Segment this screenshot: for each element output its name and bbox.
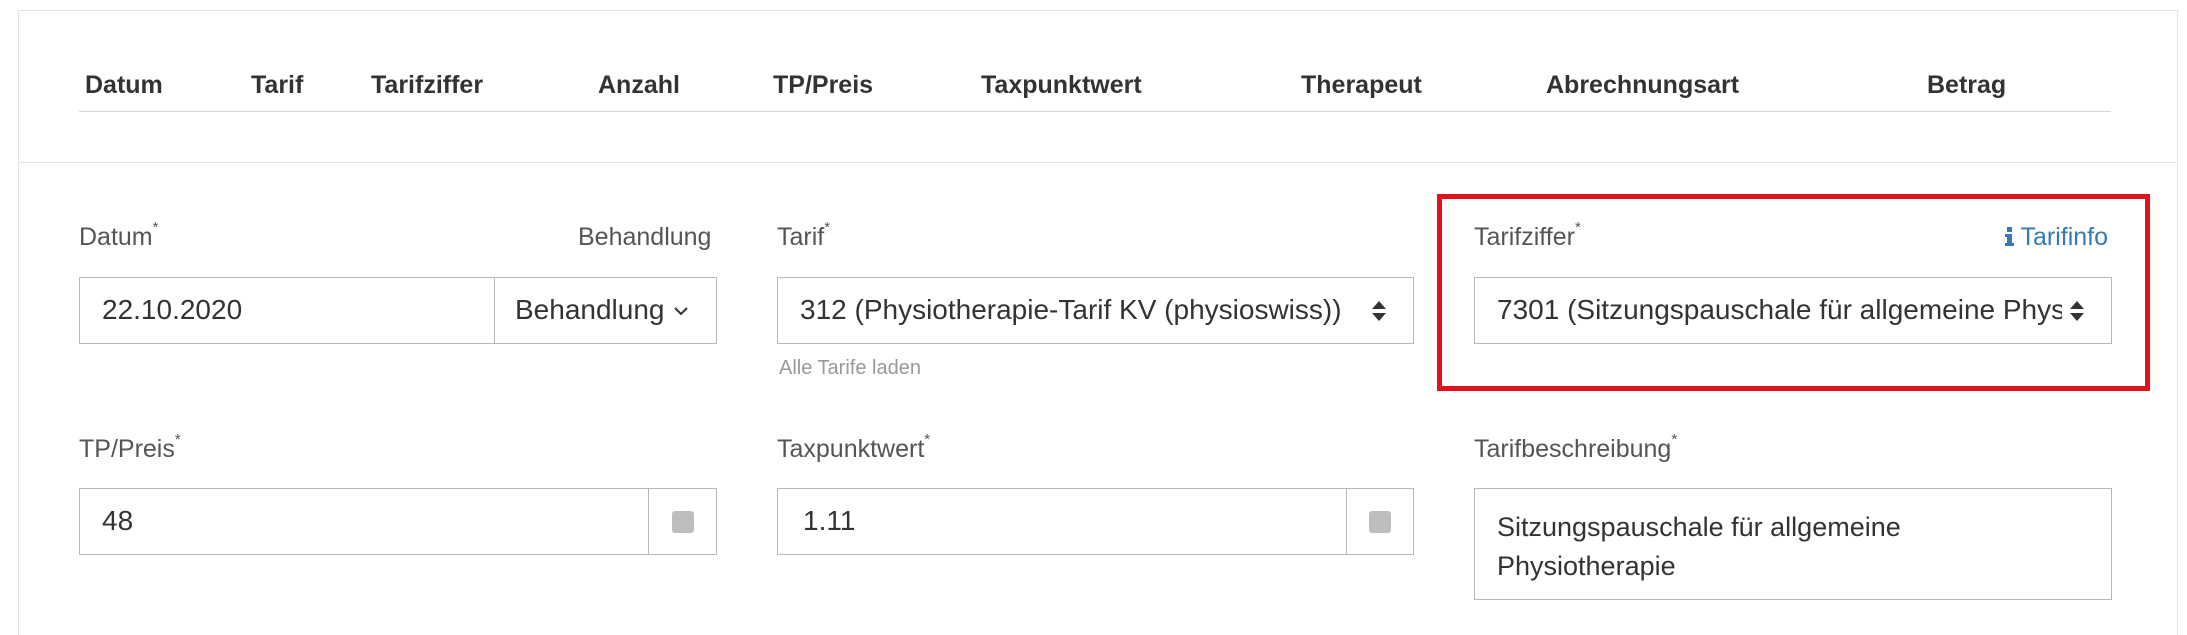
section-divider bbox=[18, 162, 2178, 163]
taxpunktwert-input-group: 1.11 bbox=[777, 488, 1414, 555]
tarifbeschreibung-label: Tarifbeschreibung* bbox=[1474, 430, 1678, 463]
col-header-tarifziffer[interactable]: Tarifziffer bbox=[371, 71, 483, 100]
datum-input[interactable]: 22.10.2020 bbox=[102, 294, 242, 326]
col-header-anzahl[interactable]: Anzahl bbox=[598, 71, 680, 100]
tarif-label: Tarif* bbox=[777, 218, 831, 251]
tp-preis-input-group: 48 bbox=[79, 488, 717, 555]
tp-preis-addon[interactable] bbox=[648, 489, 716, 554]
behandlung-dropdown[interactable]: Behandlung bbox=[494, 278, 716, 343]
col-header-abrechnungsart[interactable]: Abrechnungsart bbox=[1546, 71, 1739, 100]
col-header-therapeut[interactable]: Therapeut bbox=[1301, 71, 1422, 100]
tarifbeschreibung-text: Sitzungspauschale für allgemeine Physiot… bbox=[1497, 512, 1901, 581]
highlight-box bbox=[1437, 194, 2150, 391]
chevron-down-icon bbox=[674, 307, 688, 316]
sort-arrows-icon bbox=[1372, 301, 1386, 321]
behandlung-dropdown-label: Behandlung bbox=[515, 294, 665, 325]
tarif-select[interactable]: 312 (Physiotherapie-Tarif KV (physioswis… bbox=[777, 277, 1414, 344]
col-header-datum[interactable]: Datum bbox=[85, 71, 163, 100]
col-header-betrag[interactable]: Betrag bbox=[1927, 71, 2006, 100]
tp-preis-input[interactable]: 48 bbox=[102, 505, 133, 537]
datum-input-group: 22.10.2020 Behandlung bbox=[79, 277, 717, 344]
taxpunktwert-label: Taxpunktwert* bbox=[777, 430, 931, 463]
col-header-tp-preis[interactable]: TP/Preis bbox=[773, 71, 873, 100]
checkbox-icon bbox=[1369, 511, 1391, 533]
col-header-tarif[interactable]: Tarif bbox=[251, 71, 303, 100]
table-header: Datum Tarif Tarifziffer Anzahl TP/Preis … bbox=[79, 55, 2111, 112]
taxpunktwert-addon[interactable] bbox=[1346, 489, 1413, 554]
behandlung-label: Behandlung bbox=[578, 223, 712, 251]
datum-label: Datum* bbox=[79, 218, 159, 251]
tarifbeschreibung-textarea[interactable]: Sitzungspauschale für allgemeine Physiot… bbox=[1474, 488, 2112, 600]
load-all-tarifs-link[interactable]: Alle Tarife laden bbox=[779, 357, 921, 380]
tarif-select-value: 312 (Physiotherapie-Tarif KV (physioswis… bbox=[800, 294, 1342, 325]
taxpunktwert-input[interactable]: 1.11 bbox=[803, 505, 855, 537]
col-header-taxpunktwert[interactable]: Taxpunktwert bbox=[981, 71, 1142, 100]
tp-preis-label: TP/Preis* bbox=[79, 430, 181, 463]
checkbox-icon bbox=[672, 511, 694, 533]
